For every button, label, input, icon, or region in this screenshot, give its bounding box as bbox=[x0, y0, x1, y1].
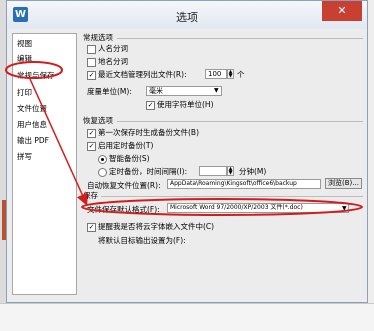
annotation-overlay bbox=[5, 61, 363, 216]
annotation-arrow bbox=[29, 78, 88, 206]
format-highlight-ellipse bbox=[81, 198, 363, 216]
sidebar-highlight-ellipse bbox=[5, 61, 63, 79]
